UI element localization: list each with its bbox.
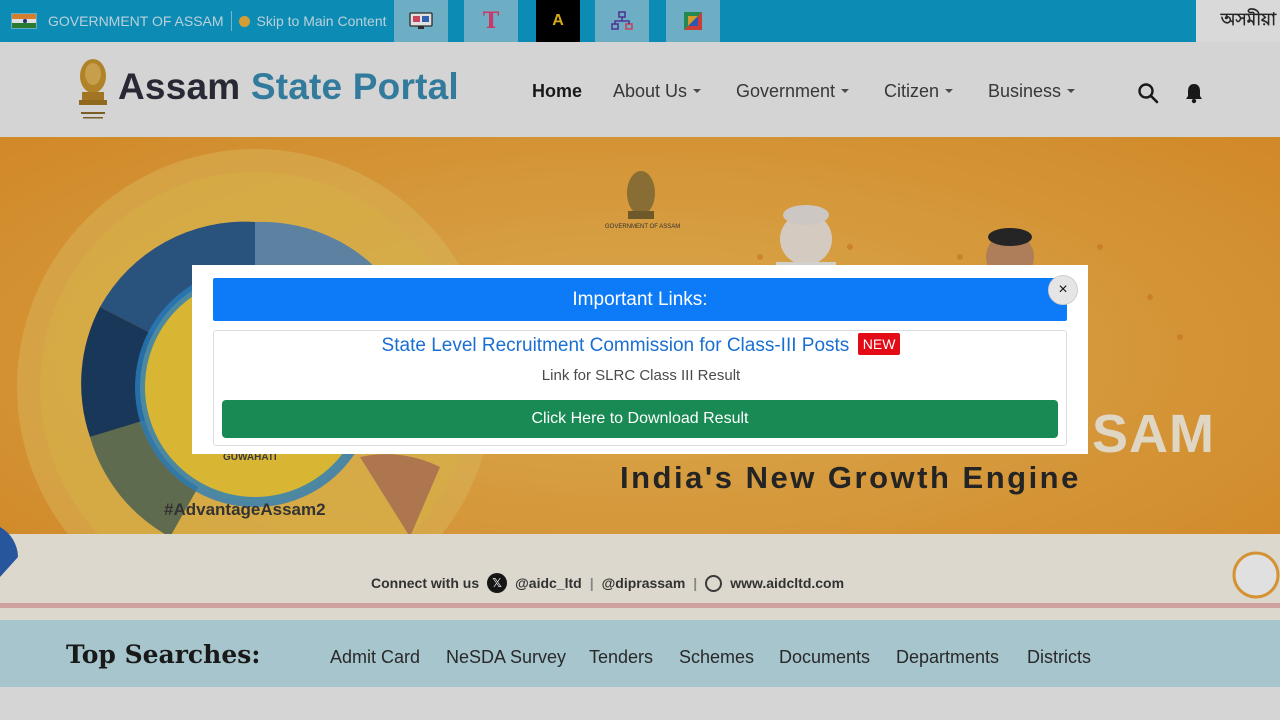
recruitment-row: State Level Recruitment Commission for C… bbox=[214, 333, 1068, 357]
modal-body: State Level Recruitment Commission for C… bbox=[213, 330, 1067, 446]
modal-title: Important Links: bbox=[213, 278, 1067, 321]
important-links-modal: Important Links: × State Level Recruitme… bbox=[192, 265, 1088, 454]
recruitment-commission-link[interactable]: State Level Recruitment Commission for C… bbox=[382, 335, 850, 356]
close-modal-button[interactable]: × bbox=[1048, 275, 1078, 305]
download-result-button[interactable]: Click Here to Download Result bbox=[222, 400, 1058, 438]
close-icon: × bbox=[1058, 281, 1068, 298]
new-badge: NEW bbox=[857, 333, 901, 355]
result-link-caption: Link for SLRC Class III Result bbox=[541, 367, 741, 384]
